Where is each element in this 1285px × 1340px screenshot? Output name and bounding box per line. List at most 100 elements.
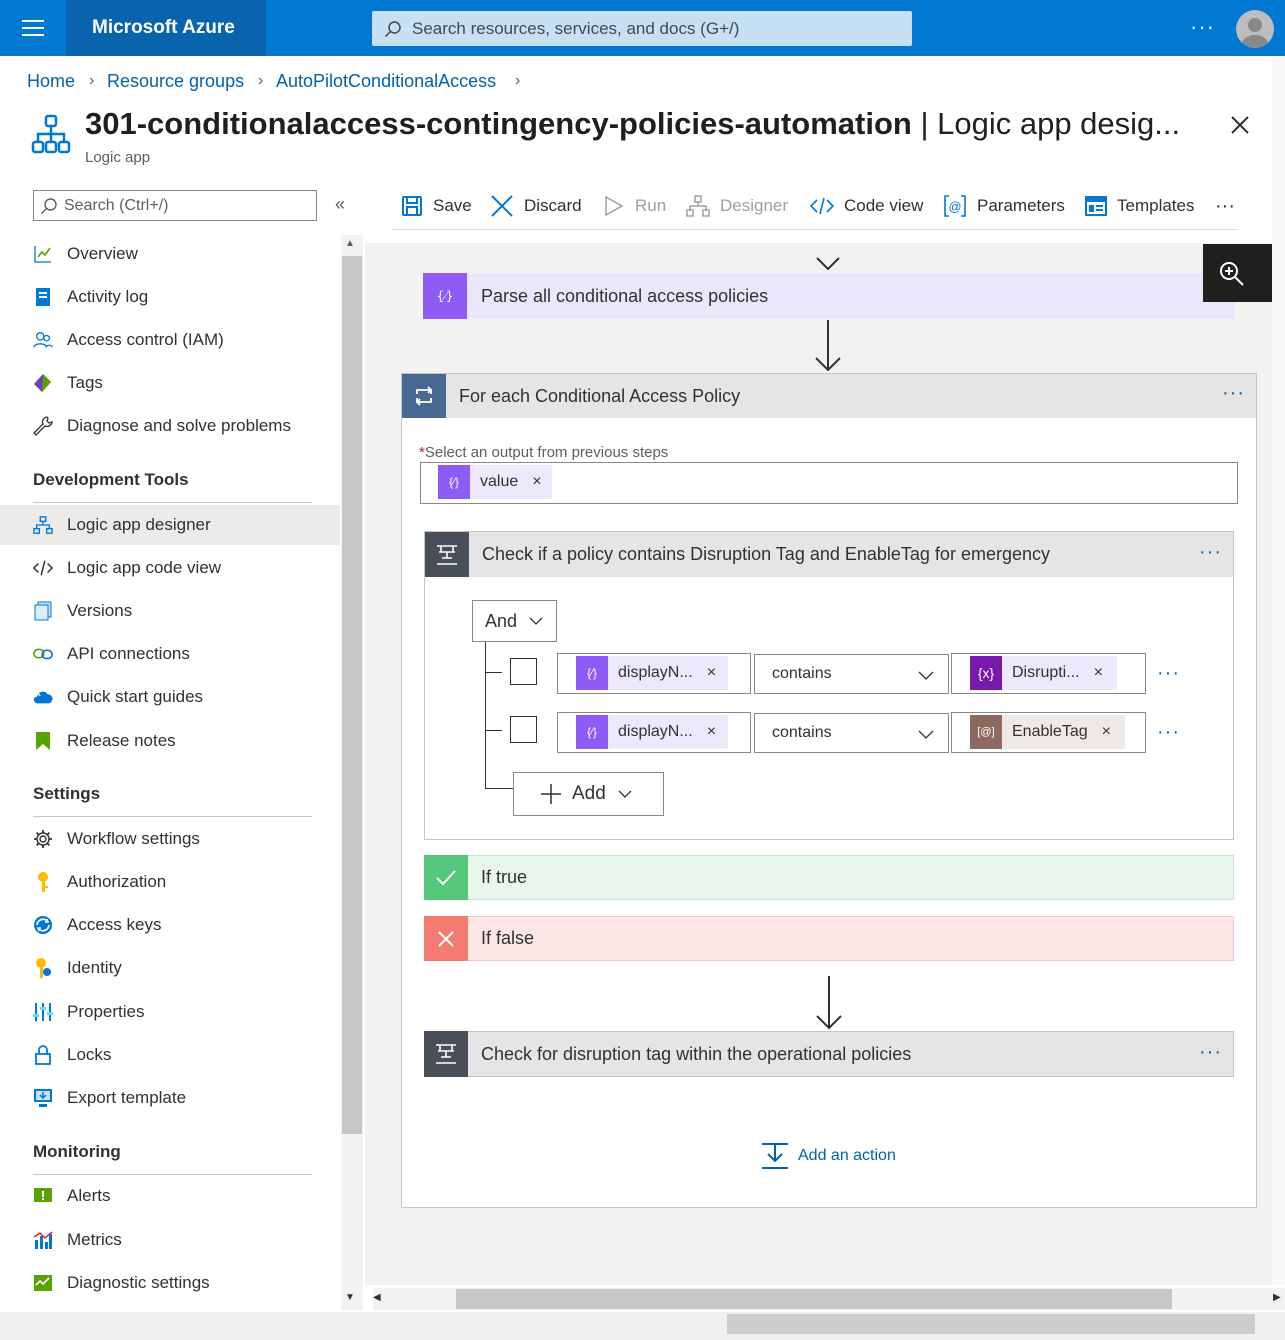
value-token[interactable]: {⁄} value ×: [438, 465, 552, 499]
run-button[interactable]: Run: [603, 193, 666, 219]
collapse-sidebar-button[interactable]: «: [335, 194, 345, 215]
sidebar-section-heading: Monitoring: [33, 1142, 121, 1161]
parse-json-icon: {⁄}: [423, 273, 467, 319]
and-dropdown[interactable]: And: [472, 600, 557, 642]
sidebar-item-api-connections[interactable]: API connections: [0, 634, 340, 674]
token-label: EnableTag: [1012, 723, 1088, 740]
foreach-more-button[interactable]: ···: [1222, 382, 1245, 405]
parameters-button[interactable]: @ Parameters: [943, 193, 1065, 219]
close-icon[interactable]: [1229, 114, 1251, 136]
svg-text:{⁄}: {⁄}: [437, 289, 453, 303]
sidebar-item-metrics[interactable]: Metrics: [0, 1220, 340, 1260]
topbar-more-button[interactable]: ···: [1190, 14, 1215, 40]
sidebar-item-overview[interactable]: Overview: [0, 234, 340, 274]
sidebar-item-label: Workflow settings: [67, 829, 200, 848]
operator-dropdown[interactable]: contains: [754, 713, 949, 753]
designer-button[interactable]: Designer: [686, 193, 788, 219]
remove-token-icon[interactable]: ×: [1094, 664, 1103, 682]
sidebar-item-workflow-settings[interactable]: Workflow settings: [0, 819, 340, 859]
sidebar-item-release-notes[interactable]: Release notes: [0, 721, 340, 761]
scroll-up-icon[interactable]: ▲: [345, 238, 355, 249]
tree-line: [485, 642, 486, 789]
row-checkbox[interactable]: [510, 658, 537, 685]
window-scrollbar-thumb[interactable]: [727, 1314, 1255, 1334]
brand-link[interactable]: Microsoft Azure: [66, 0, 266, 56]
toolbar-divider: [391, 229, 1238, 230]
parameters-icon: @: [944, 195, 966, 217]
sidebar-item-authorization[interactable]: Authorization: [0, 862, 340, 902]
token-label: displayN...: [618, 664, 693, 681]
remove-token-icon[interactable]: ×: [532, 473, 541, 491]
displayname-token[interactable]: {⁄} displayN... ×: [576, 715, 729, 749]
breadcrumb-resource-group[interactable]: AutoPilotConditionalAccess: [276, 71, 496, 92]
sidebar-search-input[interactable]: Search (Ctrl+/): [33, 190, 317, 221]
row-more-button[interactable]: ···: [1157, 721, 1180, 744]
sidebar-item-identity[interactable]: Identity: [0, 948, 340, 988]
sidebar-item-tags[interactable]: Tags: [0, 363, 340, 403]
sidebar-item-label: Logic app code view: [67, 558, 222, 577]
remove-token-icon[interactable]: ×: [1102, 723, 1111, 741]
sidebar-item-export-template[interactable]: Export template: [0, 1078, 340, 1118]
code-icon: [33, 558, 53, 578]
sidebar-item-locks[interactable]: Locks: [0, 1035, 340, 1075]
templates-icon: [1085, 196, 1107, 216]
sidebar-item-quick-start-guides[interactable]: Quick start guides: [0, 677, 340, 717]
if-true-branch[interactable]: If true: [424, 855, 1234, 900]
flow-arrow-icon: [813, 320, 843, 374]
scroll-right-icon[interactable]: ▶: [1273, 1292, 1281, 1303]
sidebar-item-versions[interactable]: Versions: [0, 591, 340, 631]
sidebar-item-label: Tags: [67, 373, 103, 392]
sidebar-scrollbar-thumb[interactable]: [342, 256, 362, 1134]
add-action-button[interactable]: Add an action: [760, 1142, 896, 1170]
parse-step-card[interactable]: {⁄} Parse all conditional access policie…: [423, 273, 1235, 319]
add-condition-button[interactable]: Add: [513, 772, 664, 816]
parse-json-icon: {⁄}: [438, 465, 470, 499]
disruption-token[interactable]: {x} Disrupti... ×: [970, 656, 1117, 690]
sidebar-item-label: Versions: [67, 601, 133, 620]
diagnostic-icon: [33, 1273, 53, 1293]
sidebar-item-label: Release notes: [67, 731, 176, 750]
check-disruption-card[interactable]: Check for disruption tag within the oper…: [424, 1031, 1234, 1077]
sidebar-item-access-control-iam[interactable]: Access control (IAM): [0, 320, 340, 360]
run-label: Run: [635, 196, 667, 215]
sidebar-item-diagnostic-settings[interactable]: Diagnostic settings: [0, 1263, 340, 1303]
sidebar-item-label: Alerts: [67, 1186, 111, 1205]
discard-button[interactable]: Discard: [490, 193, 582, 219]
displayname-token[interactable]: {⁄} displayN... ×: [576, 656, 729, 690]
templates-button[interactable]: Templates: [1085, 193, 1194, 219]
versions-icon: [33, 601, 53, 621]
sidebar-item-logic-app-designer[interactable]: Logic app designer: [0, 505, 340, 545]
canvas-scrollbar-thumb[interactable]: [456, 1289, 1172, 1309]
sidebar-item-access-keys[interactable]: Access keys: [0, 905, 340, 945]
check-disruption-more-button[interactable]: ···: [1199, 1041, 1222, 1064]
condition-more-button[interactable]: ···: [1199, 541, 1222, 564]
avatar[interactable]: [1236, 10, 1274, 48]
row-more-button[interactable]: ···: [1157, 662, 1180, 685]
sidebar-item-properties[interactable]: Properties: [0, 992, 340, 1032]
operator-dropdown[interactable]: contains: [754, 654, 949, 694]
sidebar-item-label: Metrics: [67, 1230, 122, 1249]
remove-token-icon[interactable]: ×: [707, 723, 716, 741]
sidebar-item-diagnose-and-solve-problems[interactable]: Diagnose and solve problems: [0, 406, 340, 446]
sidebar-item-alerts[interactable]: Alerts: [0, 1176, 340, 1216]
code-view-button[interactable]: Code view: [810, 193, 923, 219]
scroll-down-icon[interactable]: ▼: [345, 1292, 355, 1303]
breadcrumb-home[interactable]: Home: [27, 71, 75, 92]
toolbar-more-button[interactable]: ···: [1215, 193, 1235, 219]
row-checkbox[interactable]: [510, 716, 537, 743]
sidebar-item-logic-app-code-view[interactable]: Logic app code view: [0, 548, 340, 588]
breadcrumb-resource-groups[interactable]: Resource groups: [107, 71, 244, 92]
page-scrollbar[interactable]: [1272, 56, 1285, 1286]
scroll-left-icon[interactable]: ◀: [373, 1292, 381, 1303]
chevron-right-icon: ›: [89, 72, 95, 89]
parse-json-icon: {⁄}: [576, 656, 608, 690]
save-button[interactable]: Save: [401, 193, 472, 219]
chevron-down-icon: [918, 671, 934, 680]
operator-label: contains: [772, 665, 832, 682]
sidebar-item-activity-log[interactable]: Activity log: [0, 277, 340, 317]
if-false-branch[interactable]: If false: [424, 916, 1234, 961]
enabletag-token[interactable]: [@] EnableTag ×: [970, 715, 1125, 749]
menu-icon[interactable]: [22, 19, 44, 37]
remove-token-icon[interactable]: ×: [707, 664, 716, 682]
global-search-input[interactable]: Search resources, services, and docs (G+…: [372, 11, 912, 46]
